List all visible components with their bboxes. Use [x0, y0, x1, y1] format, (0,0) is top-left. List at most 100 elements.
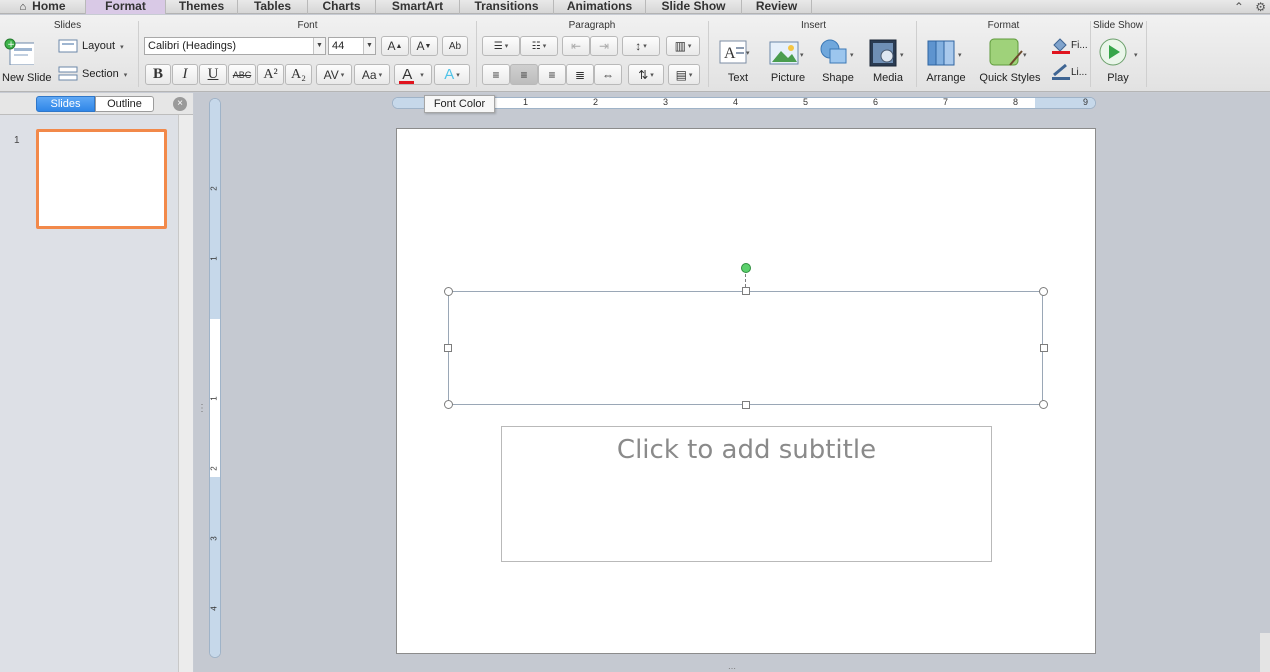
justify-button[interactable]: ≣	[566, 64, 594, 85]
tab-animations[interactable]: Animations	[554, 0, 646, 14]
tab-themes[interactable]: Themes	[166, 0, 238, 14]
pane-scrollbar[interactable]	[178, 115, 193, 672]
slide-thumbnail-number: 1	[14, 135, 20, 146]
title-placeholder[interactable]	[448, 291, 1043, 405]
bullets-icon: ☰	[493, 40, 503, 52]
tab-smartart[interactable]: SmartArt	[376, 0, 460, 14]
text-box-icon: A ▾	[719, 40, 750, 64]
slide-editor: ↱ 1 1 2 3 4 5 6 7 8 9 2 1 1 2 3 4 ⋮	[194, 93, 1270, 672]
resize-handle[interactable]	[1040, 344, 1048, 352]
ruler-number: 7	[943, 97, 949, 107]
superscript-button[interactable]: A²	[257, 64, 284, 85]
ruler-number: 4	[209, 606, 219, 611]
line-spacing-button[interactable]: ↕ ▾	[622, 36, 660, 56]
tab-slides-view[interactable]: Slides	[36, 96, 95, 112]
resize-handle[interactable]	[1039, 287, 1048, 296]
align-right-button[interactable]: ≡	[538, 64, 566, 85]
chevron-down-icon: ▼	[363, 38, 375, 54]
paint-bucket-icon	[1052, 38, 1070, 54]
resize-handle[interactable]	[444, 287, 453, 296]
change-case-button[interactable]: Aa ▾	[354, 64, 390, 85]
media-icon: ▾	[869, 39, 904, 67]
bold-button[interactable]: B	[145, 64, 171, 85]
grow-font-button[interactable]: A ▲	[381, 36, 409, 56]
subtitle-placeholder-text: Click to add subtitle	[616, 435, 877, 465]
svg-text:▾: ▾	[800, 52, 804, 59]
tab-home[interactable]: ⌂ Home	[0, 0, 86, 14]
text-direction-button[interactable]: ⇅ ▾	[628, 64, 664, 85]
align-center-icon: ≡	[520, 67, 528, 82]
vertical-scrollbar[interactable]	[1260, 633, 1270, 672]
quick-styles-icon: ▾	[989, 38, 1027, 66]
tab-slide-show[interactable]: Slide Show	[646, 0, 742, 14]
gear-icon[interactable]: ⚙	[1255, 0, 1266, 14]
collapse-ribbon-icon[interactable]: ⌃	[1234, 0, 1244, 14]
svg-text:▾: ▾	[958, 52, 962, 59]
distributed-button[interactable]: ⇔	[594, 64, 622, 85]
shape-icon: ▾	[820, 39, 854, 64]
align-left-button[interactable]: ≡	[482, 64, 510, 85]
align-center-button[interactable]: ≡	[510, 64, 538, 85]
decrease-indent-button[interactable]: ⇤	[562, 36, 590, 56]
font-size-select[interactable]: 44 ▼	[328, 37, 376, 55]
subscript-button[interactable]: A₂	[285, 64, 312, 85]
svg-text:+: +	[7, 40, 15, 50]
columns-button[interactable]: ▥ ▾	[666, 36, 700, 56]
character-spacing-button[interactable]: AV ▾	[316, 64, 352, 85]
vertical-ruler[interactable]: 2 1 1 2 3 4	[209, 98, 221, 658]
text-effects-button[interactable]: A ▾	[434, 64, 470, 85]
resize-handle[interactable]	[742, 287, 750, 295]
resize-handle[interactable]	[444, 344, 452, 352]
tab-format[interactable]: Format	[86, 0, 166, 14]
increase-indent-icon: ⇥	[598, 39, 610, 53]
section-icon	[58, 66, 78, 81]
font-name-select[interactable]: Calibri (Headings) ▼	[144, 37, 326, 55]
ruler-number: 9	[1083, 97, 1089, 107]
shrink-font-button[interactable]: A ▼	[410, 36, 438, 56]
ruler-number: 2	[593, 97, 599, 107]
font-color-tooltip: Font Color	[424, 95, 495, 113]
group-title-slides: Slides	[53, 20, 82, 31]
rotate-handle[interactable]	[741, 263, 751, 273]
tab-charts[interactable]: Charts	[308, 0, 376, 14]
bullets-button[interactable]: ☰ ▾	[482, 36, 520, 56]
underline-button[interactable]: U	[199, 64, 227, 85]
subtitle-placeholder[interactable]: Click to add subtitle	[501, 426, 992, 562]
ribbon: Slides Font Paragraph Insert Format Slid…	[0, 15, 1270, 92]
tab-tables[interactable]: Tables	[238, 0, 308, 14]
splitter-handle[interactable]: ⋯	[728, 664, 736, 672]
svg-text:▾: ▾	[850, 52, 854, 59]
ruler-number: 1	[209, 256, 219, 261]
pane-splitter-handle[interactable]: ⋮	[197, 403, 207, 414]
align-right-icon: ≡	[548, 67, 556, 82]
ruler-number: 2	[209, 466, 219, 471]
chevron-down-icon: ▾	[340, 71, 345, 79]
tab-review[interactable]: Review	[742, 0, 812, 14]
ruler-number: 3	[663, 97, 669, 107]
horizontal-ruler[interactable]: 1 1 2 3 4 5 6 7 8 9	[392, 97, 1096, 109]
group-title-slide-show: Slide Show	[1092, 20, 1144, 31]
align-text-button[interactable]: ▤ ▾	[668, 64, 700, 85]
slide-canvas[interactable]: Click to add subtitle	[396, 128, 1096, 654]
text-direction-icon: ⇅	[638, 67, 649, 82]
decrease-indent-icon: ⇤	[570, 39, 582, 53]
clear-formatting-button[interactable]: Ab	[442, 36, 468, 56]
close-icon[interactable]: ×	[173, 97, 187, 111]
tab-outline-view[interactable]: Outline	[95, 96, 154, 112]
strikethrough-button[interactable]: ABC	[228, 64, 256, 85]
resize-handle[interactable]	[1039, 400, 1048, 409]
resize-handle[interactable]	[444, 400, 453, 409]
italic-button[interactable]: I	[172, 64, 198, 85]
up-arrow-icon: ▲	[395, 42, 403, 50]
ruler-number: 8	[1013, 97, 1019, 107]
home-icon: ⌂	[19, 1, 27, 13]
resize-handle[interactable]	[742, 401, 750, 409]
layout-icon	[58, 39, 78, 53]
slide-thumbnail[interactable]	[36, 129, 167, 229]
slides-pane: Slides Outline × 1	[0, 93, 193, 672]
increase-indent-button[interactable]: ⇥	[590, 36, 618, 56]
font-color-button[interactable]: A ▾	[394, 64, 432, 85]
ruler-number: 5	[803, 97, 809, 107]
numbering-button[interactable]: ☷ ▾	[520, 36, 558, 56]
tab-transitions[interactable]: Transitions	[460, 0, 554, 14]
